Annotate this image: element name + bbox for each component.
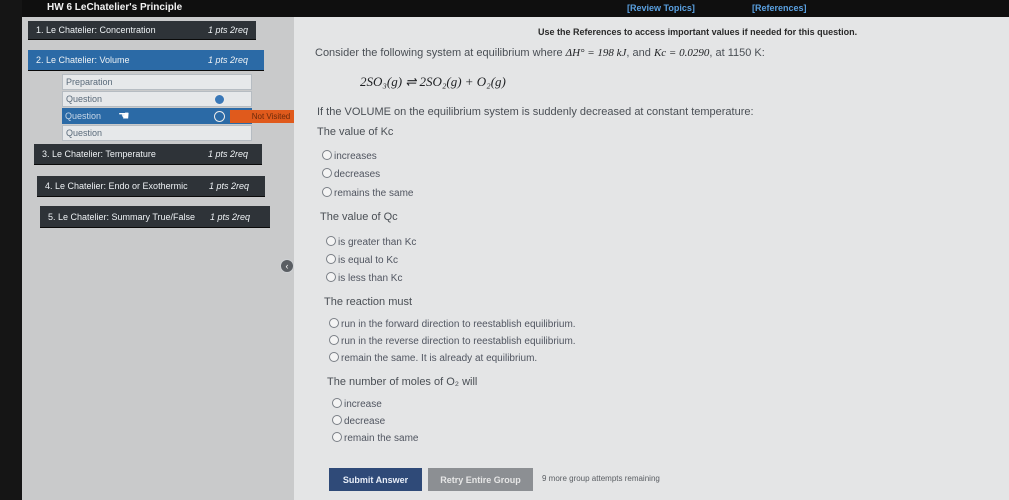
progress-dot-icon: [214, 94, 225, 105]
sidebar-item-temperature[interactable]: 3. Le Chatelier: Temperature 1 pts 2req: [34, 144, 262, 165]
sidebar-item-label: 3. Le Chatelier: Temperature: [42, 149, 156, 159]
radio-button[interactable]: [322, 150, 332, 160]
option-decrease[interactable]: decrease: [332, 415, 385, 427]
radio-button[interactable]: [326, 272, 336, 282]
option-forward[interactable]: run in the forward direction to reestabl…: [329, 318, 576, 330]
option-remain[interactable]: remain the same. It is already at equili…: [329, 352, 537, 364]
references-link[interactable]: [References]: [752, 3, 807, 13]
submit-answer-button[interactable]: Submit Answer: [329, 468, 422, 491]
sidebar-item-points: 1 pts 2req: [210, 211, 251, 222]
radio-button[interactable]: [326, 254, 336, 264]
radio-button[interactable]: [329, 352, 339, 362]
mouse-pointer-icon: ☚: [118, 108, 130, 123]
radio-button[interactable]: [322, 187, 332, 197]
option-decreases[interactable]: decreases: [322, 168, 380, 180]
top-bar: HW 6 LeChatelier's Principle [Review Top…: [22, 0, 1009, 17]
radio-button[interactable]: [332, 415, 342, 425]
sidebar-item-points: 1 pts 2req: [208, 25, 249, 35]
reaction-equation: 2SO₃(g) ⇌ 2SO₂(g) + O₂(g): [360, 74, 506, 89]
kc-value: Kc = 0.0290: [653, 47, 710, 59]
review-topics-link[interactable]: [Review Topics]: [627, 3, 695, 13]
retry-group-button[interactable]: Retry Entire Group: [428, 468, 533, 491]
sidebar-item-endo-exo[interactable]: 4. Le Chatelier: Endo or Exothermic 1 pt…: [37, 176, 265, 197]
radio-button[interactable]: [332, 398, 342, 408]
radio-button[interactable]: [332, 432, 342, 442]
assignment-title: HW 6 LeChatelier's Principle: [47, 2, 183, 13]
current-ring-icon: [214, 111, 225, 122]
question-sidebar: 1. Le Chatelier: Concentration 1 pts 2re…: [22, 17, 294, 500]
question-2-prompt: The value of Qc: [320, 211, 398, 223]
option-remain-same[interactable]: remain the same: [332, 432, 418, 444]
volume-statement: If the VOLUME on the equilibrium system …: [317, 106, 754, 118]
subitem-question-3[interactable]: Question: [62, 125, 252, 141]
sidebar-item-volume[interactable]: 2. Le Chatelier: Volume 1 pts 2req: [28, 50, 264, 71]
option-equal-to[interactable]: is equal to Kc: [326, 254, 398, 266]
sidebar-item-summary[interactable]: 5. Le Chatelier: Summary True/False 1 pt…: [40, 206, 270, 228]
option-less-than[interactable]: is less than Kc: [326, 272, 402, 284]
sidebar-item-label: 5. Le Chatelier: Summary True/False: [48, 211, 196, 222]
option-increase[interactable]: increase: [332, 398, 382, 410]
question-4-prompt: The number of moles of O₂ will: [327, 376, 478, 388]
attempts-remaining: 9 more group attempts remaining: [542, 474, 660, 483]
radio-button[interactable]: [329, 335, 339, 345]
option-reverse[interactable]: run in the reverse direction to reestabl…: [329, 335, 576, 347]
radio-button[interactable]: [322, 168, 332, 178]
sidebar-item-concentration[interactable]: 1. Le Chatelier: Concentration 1 pts 2re…: [28, 21, 256, 40]
option-remains-same[interactable]: remains the same: [322, 187, 413, 199]
sidebar-item-label: 1. Le Chatelier: Concentration: [36, 25, 156, 35]
sidebar-item-points: 1 pts 2req: [208, 55, 249, 65]
sidebar-item-label: 2. Le Chatelier: Volume: [36, 55, 130, 65]
references-notice: Use the References to access important v…: [538, 27, 858, 37]
screen-bezel: [0, 0, 22, 500]
sidebar-item-points: 1 pts 2req: [209, 181, 250, 191]
question-1-prompt: The value of Kc: [317, 126, 394, 138]
delta-h-value: ΔH° = 198 kJ: [565, 47, 627, 59]
option-increases[interactable]: increases: [322, 150, 377, 162]
radio-button[interactable]: [326, 236, 336, 246]
option-greater-than[interactable]: is greater than Kc: [326, 236, 416, 248]
sidebar-item-label: 4. Le Chatelier: Endo or Exothermic: [45, 181, 188, 191]
subitem-preparation[interactable]: Preparation: [62, 74, 252, 90]
collapse-sidebar-icon[interactable]: ‹: [280, 259, 294, 273]
question-3-prompt: The reaction must: [324, 296, 413, 308]
question-intro: Consider the following system at equilib…: [315, 47, 765, 59]
radio-button[interactable]: [329, 318, 339, 328]
sidebar-item-points: 1 pts 2req: [208, 149, 249, 159]
